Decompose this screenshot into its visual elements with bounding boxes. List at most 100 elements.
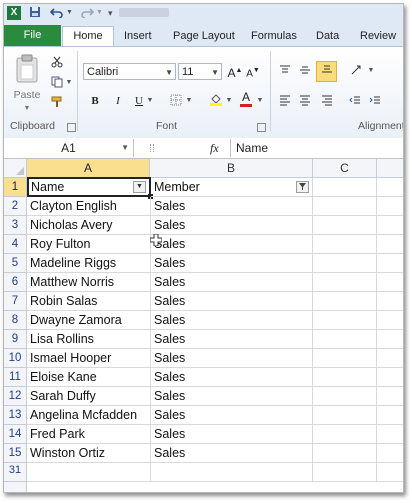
- row-header[interactable]: 4: [4, 235, 27, 254]
- row-header[interactable]: 9: [4, 330, 27, 349]
- cell-d[interactable]: [377, 444, 403, 463]
- italic-button[interactable]: I: [110, 93, 126, 111]
- cell-d[interactable]: [377, 254, 403, 273]
- cell-a[interactable]: Winston Ortiz: [27, 444, 151, 463]
- cell-b[interactable]: Sales: [151, 349, 313, 368]
- cell-a[interactable]: Clayton English: [27, 197, 151, 216]
- filter-applied-icon[interactable]: [296, 181, 309, 193]
- align-middle-icon[interactable]: [296, 63, 314, 81]
- orientation-dropdown-icon[interactable]: ▼: [366, 63, 376, 81]
- cell-b[interactable]: Sales: [151, 311, 313, 330]
- tab-home[interactable]: Home: [62, 26, 114, 47]
- cell-d[interactable]: [377, 425, 403, 444]
- row-header[interactable]: 7: [4, 292, 27, 311]
- undo-dropdown-icon[interactable]: ▼: [66, 6, 73, 20]
- cell-a[interactable]: Robin Salas: [27, 292, 151, 311]
- cell-d[interactable]: [377, 368, 403, 387]
- filter-dropdown-icon[interactable]: ▼: [133, 181, 146, 193]
- cell-b[interactable]: Sales: [151, 216, 313, 235]
- cell-c1[interactable]: [313, 178, 377, 197]
- list-item[interactable]: [151, 463, 313, 482]
- row-header[interactable]: [4, 482, 27, 492]
- formula-input[interactable]: Name: [230, 139, 403, 157]
- tab-data[interactable]: Data: [314, 27, 341, 46]
- tab-review[interactable]: Review: [358, 27, 398, 46]
- cell-d[interactable]: [377, 387, 403, 406]
- borders-dropdown-icon[interactable]: ▼: [184, 93, 194, 111]
- cell-b[interactable]: Sales: [151, 273, 313, 292]
- cell-a[interactable]: Ismael Hooper: [27, 349, 151, 368]
- format-painter-icon[interactable]: [48, 95, 66, 111]
- cell-a[interactable]: Dwayne Zamora: [27, 311, 151, 330]
- row-header[interactable]: 10: [4, 349, 27, 368]
- increase-indent-icon[interactable]: [366, 93, 384, 111]
- cell-a[interactable]: Angelina Mcfadden: [27, 406, 151, 425]
- align-left-icon[interactable]: [276, 93, 294, 111]
- cell-d[interactable]: [377, 349, 403, 368]
- cell-a[interactable]: Roy Fulton: [27, 235, 151, 254]
- cell-d[interactable]: [377, 197, 403, 216]
- redo-dropdown-icon[interactable]: ▼: [96, 6, 103, 20]
- row-header[interactable]: 14: [4, 425, 27, 444]
- tab-page-layout[interactable]: Page Layout: [171, 27, 237, 46]
- cell-d[interactable]: [377, 235, 403, 254]
- cell-c[interactable]: [313, 387, 377, 406]
- grow-font-button[interactable]: A▲: [226, 63, 244, 82]
- cell-b[interactable]: Sales: [151, 368, 313, 387]
- fill-color-dropdown-icon[interactable]: ▼: [224, 93, 234, 111]
- cell-a[interactable]: Lisa Rollins: [27, 330, 151, 349]
- cell-c[interactable]: [313, 292, 377, 311]
- save-icon[interactable]: [29, 6, 41, 20]
- formula-bar-splitter-icon[interactable]: [150, 144, 154, 152]
- cell-a[interactable]: Fred Park: [27, 425, 151, 444]
- cell-c[interactable]: [313, 406, 377, 425]
- font-color-dropdown-icon[interactable]: ▼: [255, 93, 265, 111]
- cell-b1[interactable]: Member: [151, 178, 313, 197]
- cell-a[interactable]: Eloise Kane: [27, 368, 151, 387]
- copy-dropdown-icon[interactable]: ▼: [64, 75, 74, 91]
- cell-d1[interactable]: [377, 178, 403, 197]
- orientation-icon[interactable]: [348, 63, 366, 81]
- list-item[interactable]: [377, 463, 403, 482]
- cell-c[interactable]: [313, 216, 377, 235]
- cell-a[interactable]: Madeline Riggs: [27, 254, 151, 273]
- cell-c[interactable]: [313, 254, 377, 273]
- cell-b[interactable]: Sales: [151, 330, 313, 349]
- align-right-icon[interactable]: [318, 93, 336, 111]
- row-header[interactable]: 1: [4, 178, 27, 197]
- cell-b[interactable]: Sales: [151, 444, 313, 463]
- cell-b[interactable]: Sales: [151, 292, 313, 311]
- list-item[interactable]: [27, 463, 151, 482]
- cell-a[interactable]: Nicholas Avery: [27, 216, 151, 235]
- row-header[interactable]: 13: [4, 406, 27, 425]
- row-header[interactable]: 12: [4, 387, 27, 406]
- font-size-select[interactable]: 11 ▼: [178, 63, 222, 80]
- cell-d[interactable]: [377, 330, 403, 349]
- font-name-select[interactable]: Calibri ▼: [83, 63, 176, 80]
- underline-dropdown-icon[interactable]: ▼: [145, 93, 155, 111]
- column-header-d[interactable]: [377, 159, 403, 178]
- row-header[interactable]: 3: [4, 216, 27, 235]
- cell-b[interactable]: Sales: [151, 235, 313, 254]
- font-launcher-icon[interactable]: [257, 123, 266, 132]
- tab-file[interactable]: File: [4, 25, 61, 46]
- cell-c[interactable]: [313, 368, 377, 387]
- cell-d[interactable]: [377, 273, 403, 292]
- cell-a[interactable]: Matthew Norris: [27, 273, 151, 292]
- undo-icon[interactable]: [49, 6, 64, 20]
- fill-color-icon[interactable]: [206, 91, 226, 111]
- row-header[interactable]: 2: [4, 197, 27, 216]
- cell-a[interactable]: Sarah Duffy: [27, 387, 151, 406]
- cell-b[interactable]: Sales: [151, 197, 313, 216]
- cell-c[interactable]: [313, 311, 377, 330]
- cell-c[interactable]: [313, 197, 377, 216]
- cell-d[interactable]: [377, 311, 403, 330]
- insert-function-button[interactable]: fx: [210, 139, 219, 157]
- select-all-corner[interactable]: [4, 159, 27, 178]
- row-header[interactable]: 6: [4, 273, 27, 292]
- cell-b[interactable]: Sales: [151, 387, 313, 406]
- cell-c[interactable]: [313, 349, 377, 368]
- align-top-icon[interactable]: [276, 63, 294, 81]
- clipboard-launcher-icon[interactable]: [67, 123, 76, 132]
- column-header-c[interactable]: C: [313, 159, 377, 178]
